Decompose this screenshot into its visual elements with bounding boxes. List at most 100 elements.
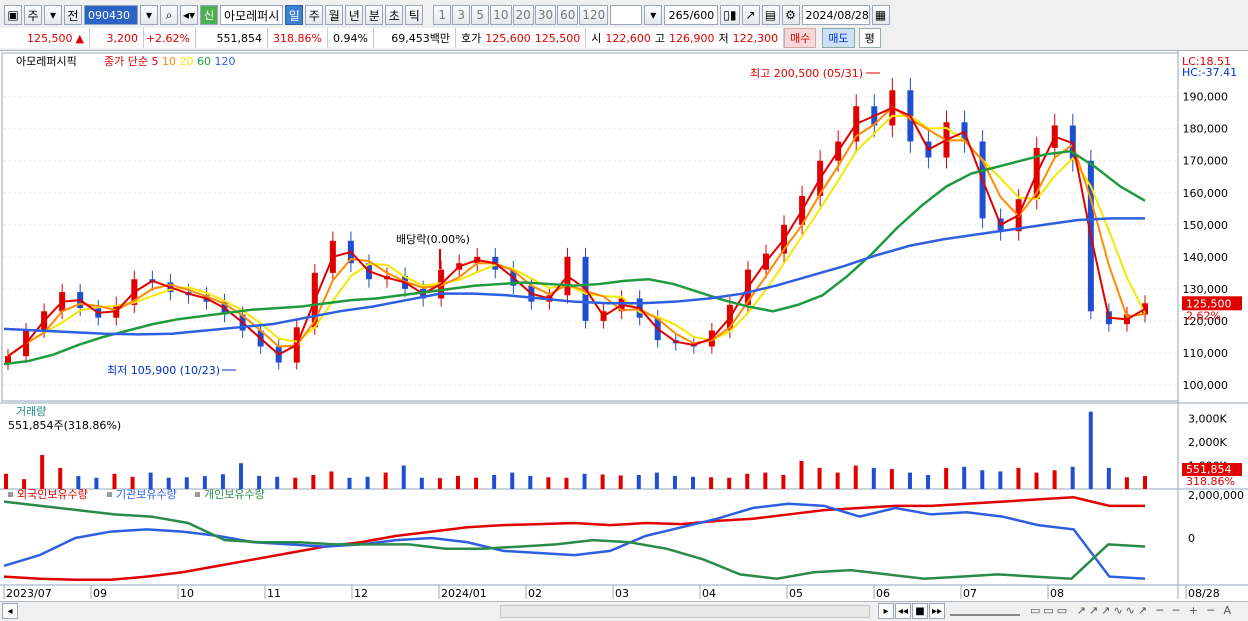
- avg-button[interactable]: 평: [858, 28, 881, 48]
- volume-bar: [871, 467, 876, 489]
- volume-bar: [4, 473, 8, 489]
- chart-window: ▣ 주 ▾ 전 090430 ▾ ⌕ ◂▾ 신 아모레퍼시 일주월년분초틱 13…: [0, 0, 1248, 621]
- scroll-thumb[interactable]: [500, 605, 870, 618]
- volume-bar: [962, 466, 967, 489]
- tab-prev[interactable]: 전: [64, 5, 82, 25]
- volume-tick-label: 3,000K: [1188, 413, 1227, 426]
- chevron-down-icon[interactable]: ▾: [44, 5, 62, 25]
- legend-ma-60: 60: [197, 55, 215, 68]
- price-tick-label: 190,000: [1183, 91, 1229, 104]
- scroll-left-icon[interactable]: ◂: [2, 603, 18, 619]
- volume-bar: [220, 474, 225, 489]
- holding-legend-2: 개인보유수량: [204, 488, 265, 501]
- xaxis-label: 03: [615, 587, 629, 600]
- xaxis-label: 2023/07: [6, 587, 52, 600]
- xaxis-label: 2024/01: [441, 587, 487, 600]
- tab-stock[interactable]: 주: [24, 5, 42, 25]
- current-price: 125,500 ▲: [0, 28, 90, 48]
- buy-button[interactable]: 매수: [784, 28, 817, 48]
- volume-bar: [437, 478, 442, 489]
- count-max: /600: [689, 8, 715, 22]
- xaxis-label: 08/28: [1188, 587, 1220, 600]
- interval-dropdown-icon[interactable]: ▾: [644, 5, 663, 25]
- volume-bar: [112, 473, 117, 489]
- count-value: 265: [668, 8, 690, 22]
- xaxis-label: 02: [528, 587, 542, 600]
- bid-label: 호가: [461, 32, 482, 45]
- volume-tick-label: 2,000K: [1188, 436, 1227, 449]
- volume-current: 551,854주(318.86%): [8, 419, 121, 432]
- rewind-icon[interactable]: ◂◂: [895, 603, 911, 619]
- period-tab-4[interactable]: 분: [365, 5, 384, 25]
- volume-bar: [998, 471, 1003, 489]
- period-tab-0[interactable]: 일: [285, 5, 304, 25]
- volume-bar: [835, 472, 840, 489]
- legend-swatch: [8, 492, 13, 497]
- period-tab-5[interactable]: 초: [385, 5, 404, 25]
- interval-tab-6[interactable]: 60: [557, 5, 579, 25]
- period-tab-3[interactable]: 년: [345, 5, 364, 25]
- interval-tab-7[interactable]: 120: [579, 5, 609, 25]
- open-value: 122,600: [605, 31, 651, 45]
- volume-bar: [636, 474, 641, 489]
- date-input[interactable]: 2024/08/28: [801, 5, 870, 25]
- chart-svg[interactable]: 100,000110,000120,000130,000140,000150,0…: [0, 51, 1248, 603]
- stop-icon[interactable]: ■: [912, 603, 928, 619]
- volume-value: 551,854: [196, 28, 268, 48]
- count-field[interactable]: 265/600: [664, 5, 719, 25]
- interval-tab-2[interactable]: 5: [471, 5, 490, 25]
- price-tick-label: 140,000: [1183, 251, 1229, 264]
- price-panel-title: 아모레퍼시픽: [16, 55, 77, 68]
- candle-type-icon[interactable]: ▯▮: [720, 5, 740, 25]
- volume-bar: [239, 463, 244, 489]
- volume-ratio: 318.86%: [268, 28, 328, 48]
- calendar-icon[interactable]: ▦: [871, 5, 890, 25]
- gear-icon[interactable]: ⚙: [781, 5, 800, 25]
- sell-button[interactable]: 매도: [822, 28, 855, 48]
- xaxis-label: 11: [267, 587, 281, 600]
- scroll-right-icon[interactable]: ▸: [878, 603, 894, 619]
- search-icon[interactable]: ⌕: [160, 5, 178, 25]
- volume-bar: [528, 475, 533, 489]
- holding-tick-label: 0: [1188, 532, 1195, 545]
- interval-tab-5[interactable]: 30: [534, 5, 557, 25]
- volume-bar: [727, 477, 732, 489]
- bid-group: 호가 125,600 125,500: [456, 28, 587, 48]
- foreign-holding-line: [3, 496, 1145, 582]
- code-dropdown-icon[interactable]: ▾: [140, 5, 158, 25]
- bottom-scrollbar[interactable]: ◂ ▸ ◂◂ ■ ▸▸ ▭▭▭ ↗↗↗∿∿↗ ─ ─ + ─ A: [0, 601, 1248, 621]
- zoom-slider[interactable]: [950, 606, 1020, 616]
- forward-icon[interactable]: ▸▸: [929, 603, 945, 619]
- interval-tab-1[interactable]: 3: [452, 5, 471, 25]
- volume-pct-label: 318.86%: [1186, 475, 1235, 488]
- tool-icons[interactable]: ▭▭▭ ↗↗↗∿∿↗ ─ ─ + ─ A: [1030, 604, 1234, 617]
- holding-legend-1: 기관보유수량: [116, 488, 177, 501]
- volume-bar: [600, 474, 605, 489]
- speaker-icon[interactable]: ◂▾: [180, 5, 199, 25]
- low-annotation: 최저 105,900 (10/23): [107, 364, 220, 377]
- save-icon[interactable]: ▤: [761, 5, 780, 25]
- interval-input[interactable]: [610, 5, 643, 25]
- interval-tab-4[interactable]: 20: [512, 5, 534, 25]
- chart-area[interactable]: 100,000 110,000 120,000 130,000 140,000 150,0…: [0, 50, 1248, 602]
- interval-tab-0[interactable]: 1: [433, 5, 452, 25]
- draw-tool-icon[interactable]: ↗: [741, 5, 760, 25]
- price-tick-label: 160,000: [1183, 187, 1229, 200]
- interval-tab-3[interactable]: 10: [490, 5, 512, 25]
- legend-ma-20: 20: [179, 55, 197, 68]
- volume-bar: [907, 472, 912, 489]
- volume-bar: [510, 472, 515, 489]
- volume-bar: [311, 474, 316, 489]
- volume-bar: [691, 476, 696, 489]
- period-tab-1[interactable]: 주: [305, 5, 324, 25]
- volume-bar: [654, 472, 659, 489]
- layout-icon[interactable]: ▣: [4, 5, 22, 25]
- xaxis-label: 08: [1050, 587, 1064, 600]
- volume-bar: [275, 476, 280, 489]
- period-tab-2[interactable]: 월: [325, 5, 344, 25]
- amount: 69,453백만: [374, 28, 456, 48]
- volume-bar: [853, 465, 858, 489]
- code-input[interactable]: 090430: [84, 5, 138, 25]
- period-tab-6[interactable]: 틱: [405, 5, 424, 25]
- xaxis-label: 10: [180, 587, 194, 600]
